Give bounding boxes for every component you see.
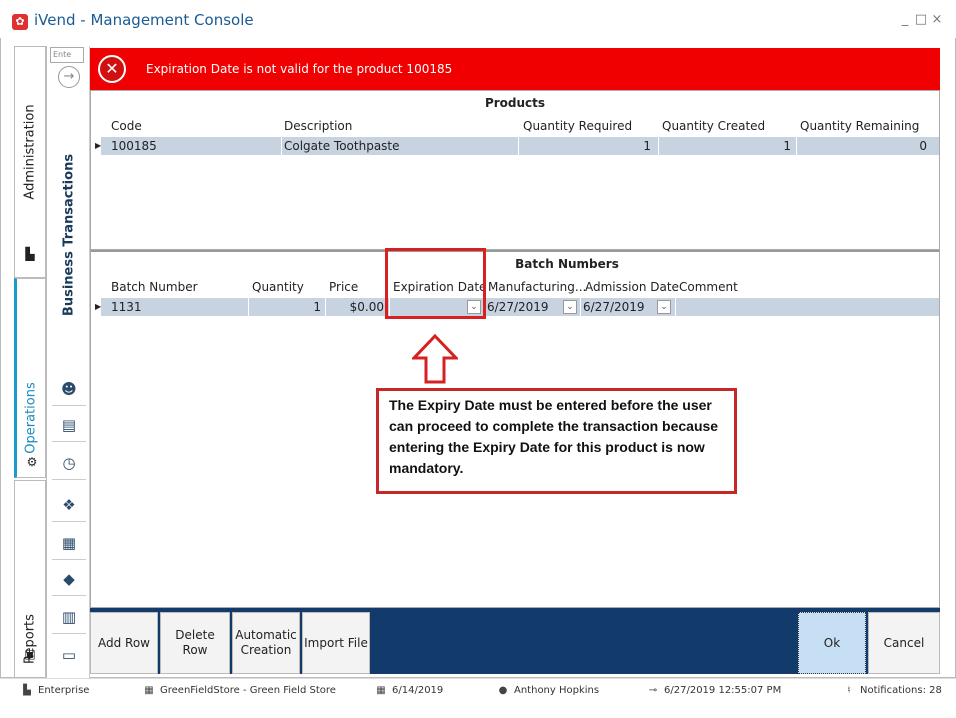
automatic-creation-button[interactable]: Automatic Creation bbox=[232, 612, 300, 674]
status-bar bbox=[0, 678, 956, 718]
tab-operations-label: Operations bbox=[23, 382, 39, 454]
status-user-label: Anthony Hopkins bbox=[514, 685, 600, 696]
error-message: Expiration Date is not valid for the pro… bbox=[146, 62, 453, 76]
calendar-icon: ▦ bbox=[376, 685, 386, 696]
status-store: ▦ GreenFieldStore - Green Field Store bbox=[142, 685, 336, 696]
business-transactions-label: Business Transactions bbox=[61, 153, 77, 317]
cell-manufacturing[interactable]: 6/27/2019 bbox=[487, 300, 549, 314]
coin-person-icon[interactable]: ☻ bbox=[52, 372, 86, 406]
col-price[interactable]: Price bbox=[329, 280, 358, 294]
table-row[interactable]: 100185 Colgate Toothpaste 1 1 0 bbox=[101, 137, 939, 155]
ok-button[interactable]: Ok bbox=[798, 612, 866, 674]
tag-icon[interactable]: ◆ bbox=[52, 562, 86, 596]
user-icon: ● bbox=[498, 685, 508, 696]
status-enterprise: ▙ Enterprise bbox=[20, 685, 89, 696]
status-notifications-label: Notifications: 28 bbox=[860, 685, 942, 696]
status-user: ● Anthony Hopkins bbox=[496, 685, 599, 696]
cell-admission-date[interactable]: 6/27/2019 bbox=[583, 300, 645, 314]
report-icon: ▣ bbox=[24, 647, 36, 661]
store-icon[interactable]: ▥ bbox=[52, 600, 86, 634]
cancel-button[interactable]: Cancel bbox=[868, 612, 940, 674]
import-file-button[interactable]: Import File bbox=[302, 612, 370, 674]
chevron-down-icon[interactable]: ⌄ bbox=[657, 300, 671, 314]
tab-administration-label: Administration bbox=[22, 104, 38, 200]
status-enterprise-label: Enterprise bbox=[38, 685, 90, 696]
col-qty-remaining[interactable]: Quantity Remaining bbox=[800, 119, 919, 133]
gift-icon[interactable]: ❖ bbox=[52, 488, 86, 522]
store-icon: ▦ bbox=[144, 685, 154, 696]
col-qty-required[interactable]: Quantity Required bbox=[523, 119, 632, 133]
cell-price: $0.00 bbox=[349, 300, 384, 314]
cell-qty-created: 1 bbox=[783, 139, 791, 153]
card-icon[interactable]: ▭ bbox=[52, 638, 86, 672]
error-icon: ✕ bbox=[98, 55, 126, 83]
status-date: ▦ 6/14/2019 bbox=[374, 685, 443, 696]
gear-icon: ⚙ bbox=[26, 455, 38, 469]
clock-icon[interactable]: ◷ bbox=[52, 446, 86, 480]
bell-icon: ♮ bbox=[847, 685, 851, 696]
cell-description: Colgate Toothpaste bbox=[284, 139, 400, 153]
tab-operations[interactable]: Operations ⚙ bbox=[14, 278, 46, 478]
status-datetime: ⊸ 6/27/2019 12:55:07 PM bbox=[646, 685, 781, 696]
col-comment[interactable]: Comment bbox=[679, 280, 738, 294]
tab-reports[interactable]: Reports ▣ bbox=[14, 480, 46, 678]
status-notifications[interactable]: ♮ Notifications: 28 bbox=[842, 685, 942, 696]
col-manufacturing[interactable]: Manufacturing... bbox=[488, 280, 586, 294]
chevron-down-icon[interactable]: ⌄ bbox=[563, 300, 577, 314]
col-admission-date[interactable]: Admission Date bbox=[585, 280, 679, 294]
cell-code: 100185 bbox=[111, 139, 157, 153]
cell-qty-remaining: 0 bbox=[919, 139, 927, 153]
annotation-text: The Expiry Date must be entered before t… bbox=[389, 397, 719, 476]
close-button[interactable]: × bbox=[930, 12, 944, 27]
key-icon: ⊸ bbox=[648, 685, 658, 696]
status-store-label: GreenFieldStore - Green Field Store bbox=[160, 685, 336, 696]
warehouse-icon[interactable]: ▦ bbox=[52, 526, 86, 560]
delete-row-button[interactable]: Delete Row bbox=[160, 612, 230, 674]
col-code[interactable]: Code bbox=[111, 119, 142, 133]
status-datetime-label: 6/27/2019 12:55:07 PM bbox=[664, 685, 782, 696]
table-row[interactable]: 1131 1 $0.00 ⌄ 6/27/2019 ⌄ 6/27/2019 ⌄ bbox=[101, 298, 939, 316]
batch-title: Batch Numbers bbox=[515, 257, 619, 271]
col-batch-number[interactable]: Batch Number bbox=[111, 280, 198, 294]
annotation-note: The Expiry Date must be entered before t… bbox=[376, 388, 737, 494]
forward-arrow-icon[interactable]: → bbox=[58, 66, 80, 88]
search-input[interactable]: Ente bbox=[50, 47, 84, 63]
col-quantity[interactable]: Quantity bbox=[252, 280, 304, 294]
status-date-label: 6/14/2019 bbox=[392, 685, 444, 696]
building-icon: ▙ bbox=[23, 685, 31, 696]
cash-register-icon[interactable]: ▤ bbox=[52, 408, 86, 442]
products-title: Products bbox=[484, 96, 546, 110]
tab-administration[interactable]: Administration ▙ bbox=[14, 46, 46, 278]
cell-batch-number: 1131 bbox=[111, 300, 142, 314]
up-arrow-icon bbox=[412, 334, 458, 384]
col-description[interactable]: Description bbox=[284, 119, 352, 133]
cell-qty-required: 1 bbox=[643, 139, 651, 153]
window-title: iVend - Management Console bbox=[34, 11, 254, 29]
building-icon: ▙ bbox=[25, 247, 35, 261]
products-grid: Products Code Description Quantity Requi… bbox=[90, 90, 940, 250]
minimize-button[interactable]: _ bbox=[898, 12, 912, 27]
business-transactions-section[interactable]: Business Transactions bbox=[52, 90, 86, 380]
app-logo-icon: ✿ bbox=[12, 14, 28, 30]
highlight-box bbox=[385, 248, 486, 319]
maximize-button[interactable]: □ bbox=[914, 12, 928, 27]
add-row-button[interactable]: Add Row bbox=[90, 612, 158, 674]
cell-quantity: 1 bbox=[313, 300, 321, 314]
col-qty-created[interactable]: Quantity Created bbox=[662, 119, 765, 133]
